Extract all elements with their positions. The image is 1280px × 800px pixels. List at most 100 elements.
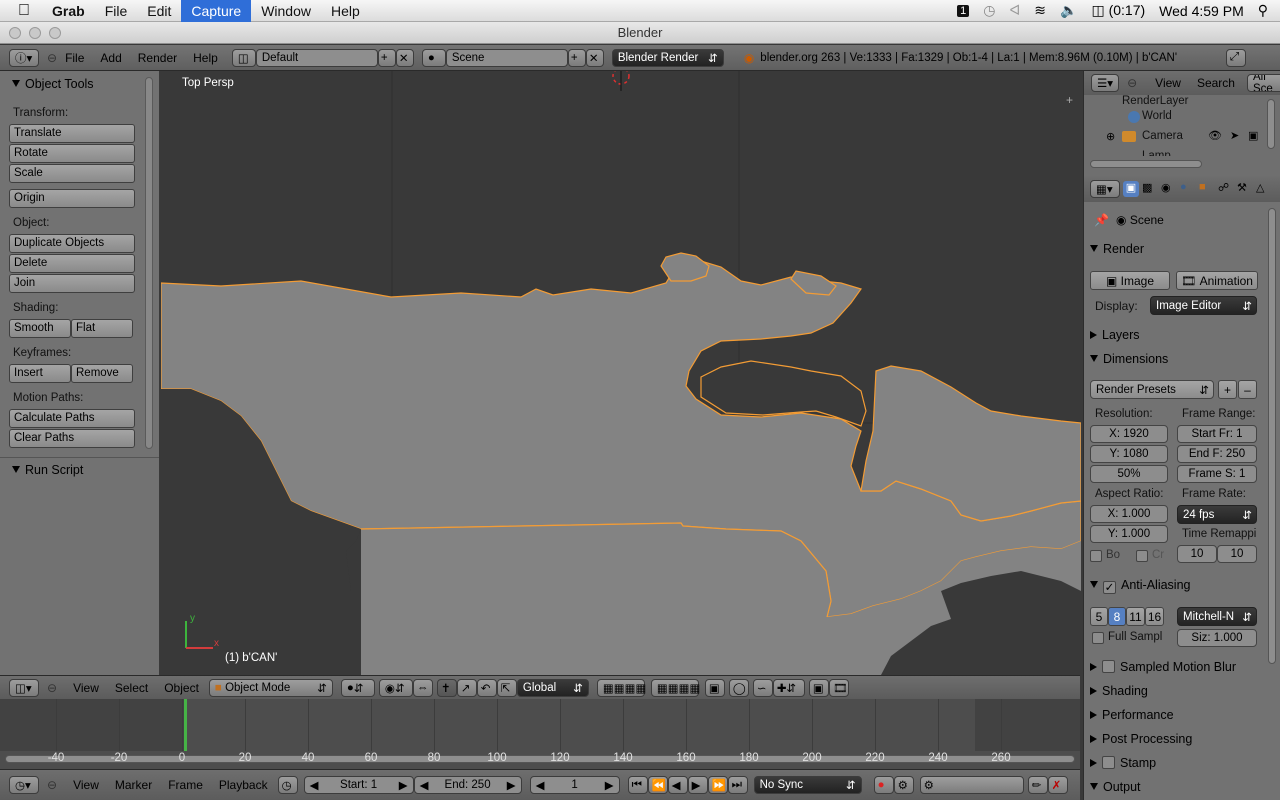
timeline-hscrollbar[interactable] (5, 755, 1075, 763)
insert-keyframe-button[interactable]: Insert (9, 364, 71, 383)
fullscreen-icon[interactable]: ⤢ (1226, 48, 1246, 67)
outliner-item-renderlayer[interactable]: RenderLayer (1122, 95, 1188, 107)
properties-scrollbar[interactable] (1268, 208, 1276, 664)
outliner-menu-view[interactable]: View (1147, 76, 1189, 90)
crop-checkbox[interactable] (1136, 550, 1148, 562)
aa-samples-11[interactable]: 11 (1126, 607, 1145, 626)
remove-preset-button[interactable]: – (1238, 380, 1257, 399)
sync-mode-dropdown[interactable]: No Sync ⇵ (753, 776, 862, 794)
minimize-window-button[interactable] (29, 27, 41, 39)
object-tools-header[interactable]: Object Tools (0, 71, 159, 91)
start-frame-field[interactable]: ◀ Start: 1 ▶ (303, 776, 414, 794)
outliner-menu-search[interactable]: Search (1189, 76, 1243, 90)
join-button[interactable]: Join (9, 274, 135, 293)
render-panel-header[interactable]: Render (1090, 242, 1258, 256)
aa-samples-5[interactable]: 5 (1090, 607, 1108, 626)
border-checkbox[interactable] (1090, 550, 1102, 562)
volume-icon[interactable]: 🔈 (1060, 2, 1077, 19)
scale-button[interactable]: Scale (9, 164, 135, 183)
clear-paths-button[interactable]: Clear Paths (9, 429, 135, 448)
delete-button[interactable]: Delete (9, 254, 135, 273)
timeline-area[interactable]: -40 -20 0 20 40 60 80 100 120 140 160 180 200 220 240 2… (0, 699, 1080, 769)
pin-icon[interactable]: 📌 (1094, 213, 1109, 227)
viewport-canvas[interactable]: y x (161, 71, 1081, 675)
pivot-point-dropdown[interactable]: ◉ ⇵ (378, 678, 413, 697)
constraints-tab-icon[interactable]: ☍ (1218, 181, 1234, 197)
properties-toggle-icon[interactable]: + (1066, 93, 1073, 107)
manipulator-icon[interactable]: ✝ (436, 678, 457, 697)
render-animation-icon[interactable]: 🎞 (828, 678, 849, 697)
translate-button[interactable]: Translate (9, 124, 135, 143)
3d-menu-select[interactable]: Select (107, 681, 156, 695)
outliner-item-world[interactable]: World (1142, 110, 1172, 122)
duplicate-objects-button[interactable]: Duplicate Objects (9, 234, 135, 253)
aspect-x-field[interactable]: X: 1.000 (1090, 505, 1168, 523)
resolution-y-field[interactable]: Y: 1080 (1090, 445, 1168, 463)
object-tab-icon[interactable]: ■ (1199, 181, 1215, 197)
baffin-island[interactable] (660, 252, 710, 282)
timeline-editor-type[interactable]: ◷ ▾ (9, 776, 39, 794)
aa-samples-8[interactable]: 8 (1108, 607, 1126, 626)
selectable-cursor-icon[interactable]: ➤ (1230, 129, 1239, 142)
jump-start-icon[interactable]: ⏮ (627, 776, 648, 794)
snap-icon[interactable]: ∽ (752, 678, 773, 697)
anti-aliasing-checkbox[interactable]: ✓ (1103, 580, 1116, 594)
expand-camera-icon[interactable]: ⊕ (1106, 130, 1115, 143)
run-script-header[interactable]: Run Script (12, 463, 83, 477)
render-engine-dropdown[interactable]: Blender Render ⇵ (611, 48, 724, 67)
jump-end-icon[interactable]: ⏭ (727, 776, 748, 794)
display-dropdown[interactable]: Image Editor ⇵ (1150, 296, 1257, 315)
layout-field[interactable]: Default (255, 48, 378, 67)
proportional-edit-icon[interactable]: ◯ (728, 678, 749, 697)
rotate-button[interactable]: Rotate (9, 144, 135, 163)
aspect-y-field[interactable]: Y: 1.000 (1090, 525, 1168, 543)
remove-scene-button[interactable]: ✕ (585, 48, 604, 67)
delete-keyframe-icon[interactable]: ✗ (1047, 776, 1068, 794)
info-menu-add[interactable]: Add (92, 51, 129, 65)
collapse-menu-icon[interactable]: ⊖ (1127, 76, 1137, 90)
calculate-paths-button[interactable]: Calculate Paths (9, 409, 135, 428)
time-remap-old-field[interactable]: 10 (1177, 545, 1217, 563)
aa-filter-size-field[interactable]: Siz: 1.000 (1177, 629, 1257, 647)
render-animation-button[interactable]: 🎞 Animation (1176, 271, 1258, 290)
clock[interactable]: Wed 4:59 PM (1159, 3, 1244, 19)
render-tab-icon[interactable]: ▣ (1123, 181, 1139, 197)
outliner-vscrollbar[interactable] (1267, 99, 1275, 149)
render-image-button[interactable]: ▣ Image (1090, 271, 1170, 290)
sampled-motion-blur-header[interactable]: Sampled Motion Blur (1090, 660, 1258, 674)
current-frame-field[interactable]: ◀ 1 ▶ (529, 776, 620, 794)
performance-panel-header[interactable]: Performance (1090, 708, 1258, 722)
anti-aliasing-panel-header[interactable]: ✓ Anti-Aliasing (1090, 578, 1258, 594)
stamp-panel-header[interactable]: Stamp (1090, 756, 1258, 770)
editor-type-button[interactable]: ⓘ ▾ (9, 48, 39, 67)
time-remap-new-field[interactable]: 10 (1217, 545, 1257, 563)
info-menu-render[interactable]: Render (130, 51, 185, 65)
time-machine-icon[interactable]: ◷ (983, 2, 995, 19)
properties-editor-type[interactable]: ▦▾ (1090, 180, 1120, 198)
scale-manipulator-icon[interactable]: ⇱ (496, 678, 517, 697)
close-window-button[interactable] (9, 27, 21, 39)
battery-icon[interactable]: ◫ (0:17) (1091, 2, 1145, 19)
post-processing-panel-header[interactable]: Post Processing (1090, 732, 1258, 746)
menu-window[interactable]: Window (251, 0, 321, 22)
resolution-x-field[interactable]: X: 1920 (1090, 425, 1168, 443)
outliner-hscrollbar[interactable] (1090, 160, 1202, 168)
bluetooth-icon[interactable]: ᐊ (1010, 2, 1021, 19)
layers-panel-header[interactable]: Layers (1090, 328, 1258, 342)
input-menu-icon[interactable]: 1 (957, 4, 970, 17)
3d-menu-object[interactable]: Object (156, 681, 207, 695)
object-mode-dropdown[interactable]: ■ Object Mode ⇵ (208, 678, 333, 697)
app-menu[interactable]: Grab (42, 0, 95, 22)
end-frame-field[interactable]: ◀ End: 250 ▶ (413, 776, 522, 794)
remove-layout-button[interactable]: ✕ (395, 48, 414, 67)
remove-keyframe-button[interactable]: Remove (71, 364, 133, 383)
play-icon[interactable]: ▶ (687, 776, 708, 794)
rotate-manipulator-icon[interactable]: ↶ (476, 678, 497, 697)
outliner-item-lamp[interactable]: Lamp (1142, 150, 1171, 156)
menu-edit[interactable]: Edit (137, 0, 181, 22)
outliner-item-camera[interactable]: Camera (1142, 130, 1183, 142)
aa-filter-dropdown[interactable]: Mitchell-N ⇵ (1177, 607, 1257, 626)
outliner-filter-dropdown[interactable]: All Sce (1246, 74, 1280, 92)
full-sample-checkbox[interactable] (1092, 632, 1104, 644)
visibility-eye-icon[interactable]: 👁 (1208, 129, 1222, 142)
